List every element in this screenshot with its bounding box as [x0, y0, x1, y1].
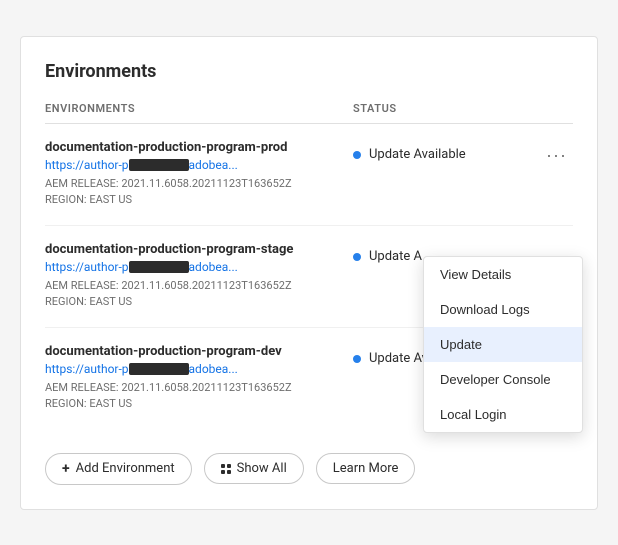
- card-footer: + Add Environment Show All Learn More: [45, 453, 573, 485]
- show-all-label: Show All: [237, 461, 287, 476]
- dropdown-item-view-details[interactable]: View Details: [424, 257, 582, 292]
- show-all-button[interactable]: Show All: [204, 453, 304, 484]
- status-text: Update Available: [369, 147, 540, 162]
- table-header: ENVIRONMENTS STATUS: [45, 102, 573, 124]
- status-indicator: [353, 253, 361, 261]
- env-name: documentation-production-program-prod: [45, 140, 337, 155]
- env-region: REGION: EAST US: [45, 396, 337, 413]
- plus-icon: +: [62, 461, 70, 477]
- status-indicator: [353, 355, 361, 363]
- env-region: REGION: EAST US: [45, 192, 337, 209]
- env-name: documentation-production-program-dev: [45, 344, 337, 359]
- env-url[interactable]: https://author-p adobea...: [45, 362, 337, 376]
- more-options-button[interactable]: ···: [540, 142, 573, 168]
- grid-icon: [221, 464, 231, 474]
- environments-card: Environments ENVIRONMENTS STATUS documen…: [20, 36, 598, 510]
- redacted: [129, 261, 189, 273]
- env-release: AEM RELEASE: 2021.11.6058.20211123T16365…: [45, 380, 337, 397]
- env-info: documentation-production-program-prod ht…: [45, 140, 353, 209]
- grid-icon-shape: [221, 464, 231, 474]
- env-info: documentation-production-program-dev htt…: [45, 344, 353, 413]
- col-header-environments: ENVIRONMENTS: [45, 102, 353, 115]
- page-title: Environments: [45, 61, 573, 82]
- env-url[interactable]: https://author-p adobea...: [45, 260, 337, 274]
- status-col: Update Available ···: [353, 140, 573, 168]
- learn-more-label: Learn More: [333, 461, 399, 476]
- env-release: AEM RELEASE: 2021.11.6058.20211123T16365…: [45, 278, 337, 295]
- redacted: [129, 159, 189, 171]
- dropdown-item-developer-console[interactable]: Developer Console: [424, 362, 582, 397]
- dropdown-item-update[interactable]: Update: [424, 327, 582, 362]
- table-row: documentation-production-program-prod ht…: [45, 124, 573, 226]
- add-environment-button[interactable]: + Add Environment: [45, 453, 192, 485]
- context-menu: View Details Download Logs Update Develo…: [423, 256, 583, 433]
- status-col: Update A ··· View Details Download Logs …: [353, 242, 573, 270]
- col-header-status: STATUS: [353, 102, 573, 115]
- table-row: documentation-production-program-stage h…: [45, 226, 573, 328]
- env-url[interactable]: https://author-p adobea...: [45, 158, 337, 172]
- status-indicator: [353, 151, 361, 159]
- redacted: [129, 363, 189, 375]
- dropdown-item-local-login[interactable]: Local Login: [424, 397, 582, 432]
- env-name: documentation-production-program-stage: [45, 242, 337, 257]
- dropdown-item-download-logs[interactable]: Download Logs: [424, 292, 582, 327]
- env-info: documentation-production-program-stage h…: [45, 242, 353, 311]
- env-release: AEM RELEASE: 2021.11.6058.20211123T16365…: [45, 176, 337, 193]
- learn-more-button[interactable]: Learn More: [316, 453, 416, 484]
- add-environment-label: Add Environment: [76, 461, 175, 476]
- env-region: REGION: EAST US: [45, 294, 337, 311]
